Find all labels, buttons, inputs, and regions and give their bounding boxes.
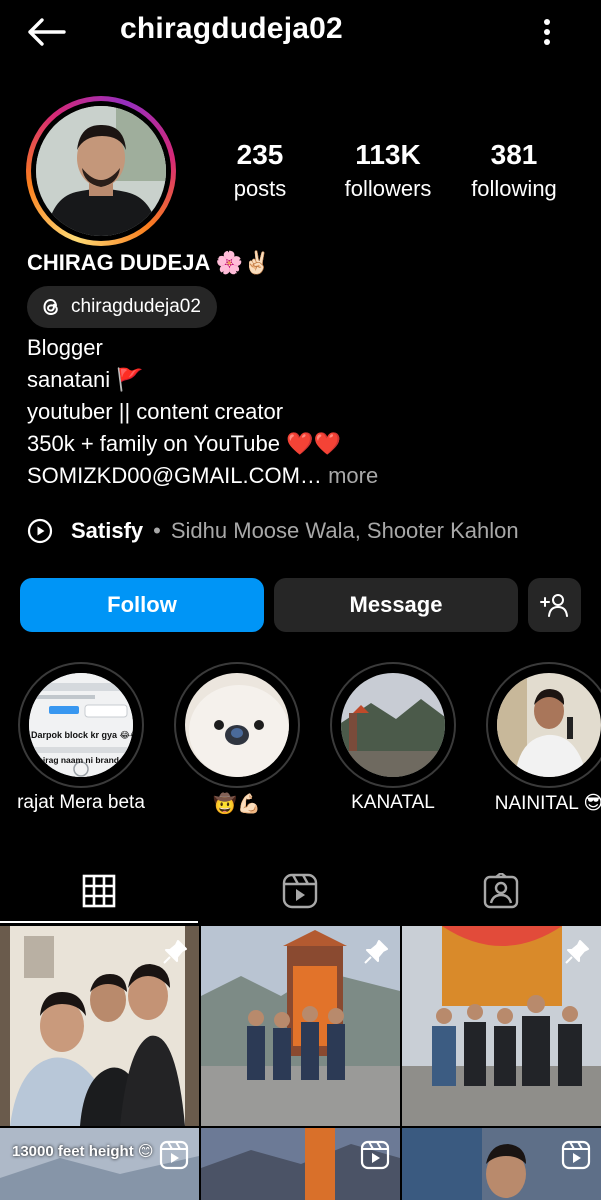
- bio-line: 350k + family on YouTube ❤️❤️: [27, 431, 341, 456]
- highlight-cover: [341, 673, 445, 777]
- tab-reels[interactable]: [200, 860, 400, 922]
- top-bar: chiragdudeja02: [0, 0, 601, 64]
- following-label: following: [471, 176, 557, 201]
- pinned-icon: [563, 938, 591, 971]
- highlight-item[interactable]: NAINITAL 😎: [486, 662, 601, 814]
- posts-label: posts: [233, 176, 287, 201]
- highlight-overlay-text: Darpok block kr gya 😂😂: [31, 730, 133, 740]
- reel-icon: [360, 1140, 390, 1175]
- highlight-item[interactable]: Darpok block kr gya 😂😂 chirag naam ni br…: [17, 662, 145, 813]
- back-button[interactable]: [22, 12, 70, 52]
- profile-full-name: CHIRAG DUDEJA 🌸✌🏻: [27, 250, 271, 275]
- more-options-button[interactable]: [532, 12, 562, 52]
- grid-post[interactable]: [402, 926, 601, 1126]
- highlight-overlay-text: chirag naam ni brand h: [33, 755, 127, 765]
- profile-username: chiragdudeja02: [120, 12, 343, 45]
- follow-button[interactable]: Follow: [20, 578, 264, 632]
- grid-post[interactable]: [0, 926, 199, 1126]
- threads-icon: [43, 298, 58, 316]
- profile-avatar: [36, 106, 166, 236]
- grid-post[interactable]: [201, 1128, 400, 1200]
- vertical-dots-icon: [544, 19, 550, 45]
- followers-count: 113K: [355, 139, 421, 170]
- story-ring[interactable]: [26, 96, 176, 246]
- posts-stat: 235 posts: [212, 138, 308, 204]
- tagged-icon: [483, 873, 518, 909]
- tab-tagged[interactable]: [400, 860, 601, 922]
- bio-line: Blogger: [27, 335, 103, 360]
- reel-icon: [159, 1140, 189, 1175]
- following-stat[interactable]: 381 following: [460, 138, 568, 204]
- tab-posts-grid[interactable]: [0, 860, 198, 922]
- reel-caption-overlay: 13000 feet height 😊: [12, 1143, 154, 1160]
- highlight-cover: [497, 673, 601, 777]
- arrow-left-icon: [28, 18, 66, 46]
- reels-icon: [282, 873, 318, 909]
- profile-music[interactable]: Satisfy • Sidhu Moose Wala, Shooter Kahl…: [27, 515, 519, 547]
- followers-label: followers: [344, 176, 432, 201]
- message-button[interactable]: Message: [274, 578, 518, 632]
- bio-line: sanatani 🚩: [27, 367, 144, 392]
- highlight-item[interactable]: 🤠💪🏻: [174, 662, 300, 815]
- add-person-icon: [539, 594, 568, 617]
- posts-count: 235: [236, 139, 284, 170]
- reel-icon: [561, 1140, 591, 1175]
- highlight-caption: NAINITAL 😎: [494, 793, 601, 814]
- music-separator: •: [153, 518, 161, 543]
- following-count: 381: [490, 139, 538, 170]
- play-circle-icon: [27, 518, 53, 544]
- bio-line: SOMIZKD00@GMAIL.COM…: [27, 463, 322, 488]
- pinned-icon: [362, 938, 390, 971]
- highlight-cover: Darpok block kr gya 😂😂 chirag naam ni br…: [29, 673, 133, 777]
- tab-selected-indicator: [0, 921, 198, 923]
- threads-badge[interactable]: chiragdudeja02: [27, 286, 217, 328]
- suggested-users-button[interactable]: [528, 578, 581, 632]
- highlight-cover: [185, 673, 289, 777]
- bio-line: youtuber || content creator: [27, 399, 284, 424]
- bio-line-last: SOMIZKD00@GMAIL.COM… more: [27, 460, 378, 492]
- grid-post[interactable]: 13000 feet height 😊: [0, 1128, 199, 1200]
- grid-post[interactable]: [402, 1128, 601, 1200]
- pinned-icon: [161, 938, 189, 971]
- grid-icon: [82, 874, 116, 908]
- highlight-item[interactable]: KANATAL: [330, 662, 456, 813]
- bio-more-link[interactable]: more: [328, 463, 378, 488]
- followers-stat[interactable]: 113K followers: [330, 138, 446, 204]
- music-song-title: Satisfy: [71, 518, 144, 543]
- music-artists: Sidhu Moose Wala, Shooter Kahlon: [170, 518, 519, 543]
- grid-post[interactable]: [201, 926, 400, 1126]
- threads-handle: chiragdudeja02: [71, 296, 201, 317]
- profile-bio: Blogger sanatani 🚩 youtuber || content c…: [27, 332, 378, 492]
